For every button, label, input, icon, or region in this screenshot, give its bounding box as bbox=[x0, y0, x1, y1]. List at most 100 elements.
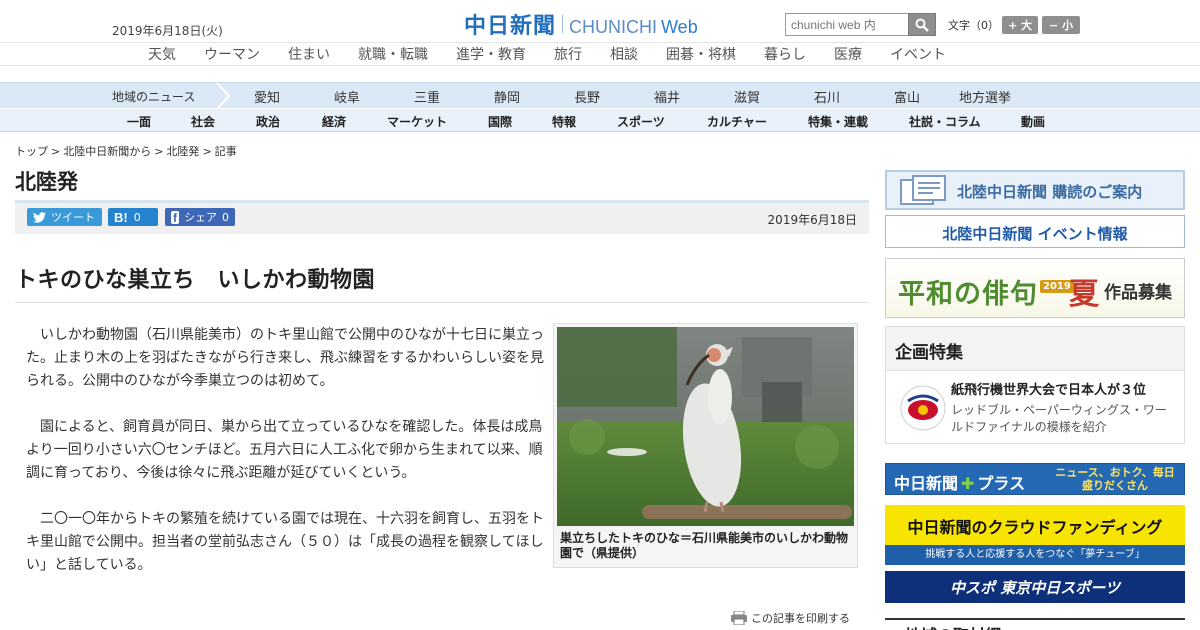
region-shiga[interactable]: 滋賀 bbox=[734, 87, 760, 106]
breadcrumb-hokuriku[interactable]: 北陸発 bbox=[166, 145, 199, 158]
current-date: 2019年6月18日(火) bbox=[112, 24, 223, 38]
life-nav-travel[interactable]: 旅行 bbox=[554, 44, 582, 64]
paper-wings-logo[interactable] bbox=[898, 383, 948, 433]
newspaper-icon bbox=[900, 175, 946, 205]
font-bigger-button[interactable]: + 大 bbox=[1002, 16, 1038, 34]
region-fukui[interactable]: 福井 bbox=[654, 87, 680, 106]
section-economy[interactable]: 経済 bbox=[322, 113, 346, 130]
life-nav-woman[interactable]: ウーマン bbox=[204, 44, 260, 64]
print-article-link[interactable]: この記事を印刷する bbox=[731, 610, 850, 626]
section-politics[interactable]: 政治 bbox=[256, 113, 280, 130]
share-bar: ツイート B! 0 f シェア 0 2019年6月18日 bbox=[15, 200, 869, 234]
logo-kanji: 中日新聞 bbox=[464, 14, 557, 39]
subscribe-banner[interactable]: 北陸中日新聞 購読のご案内 bbox=[885, 170, 1185, 210]
facebook-label: シェア bbox=[184, 211, 217, 224]
ibis-photo[interactable] bbox=[557, 327, 854, 526]
region-nav: 地域のニュース 愛知 岐阜 三重 静岡 長野 福井 滋賀 石川 富山 地方選挙 bbox=[0, 82, 1200, 109]
region-local-elections[interactable]: 地方選挙 bbox=[959, 87, 1011, 106]
article-photo-box: 巣立ちしたトキのひな＝石川県能美市のいしかわ動物園で（県提供） bbox=[553, 323, 858, 568]
article-date: 2019年6月18日 bbox=[767, 213, 857, 227]
section-video[interactable]: 動画 bbox=[1021, 113, 1045, 130]
logo-web: Web bbox=[661, 17, 698, 37]
section-society[interactable]: 社会 bbox=[191, 113, 215, 130]
haiku-title: 平和の俳句 bbox=[898, 279, 1038, 310]
local-reporters-text: 地域の取材網 bbox=[905, 622, 1001, 630]
section-nav: 一面 社会 政治 経済 マーケット 国際 特報 スポーツ カルチャー 特集・連載… bbox=[0, 108, 1200, 132]
search-box bbox=[785, 13, 936, 36]
ibis-photo-image bbox=[557, 327, 854, 526]
region-aichi[interactable]: 愛知 bbox=[254, 87, 280, 106]
font-size-label: 文字（0） bbox=[948, 19, 999, 32]
section-culture[interactable]: カルチャー bbox=[707, 113, 767, 130]
headline-divider bbox=[15, 302, 869, 303]
search-input[interactable] bbox=[785, 13, 908, 36]
search-icon bbox=[915, 18, 929, 32]
tweet-label: ツイート bbox=[51, 211, 95, 224]
event-info-text: 北陸中日新聞 イベント情報 bbox=[942, 225, 1128, 243]
life-nav-jobs[interactable]: 就職・転職 bbox=[358, 44, 428, 64]
life-nav-education[interactable]: 進学・教育 bbox=[456, 44, 526, 64]
facebook-share-button[interactable]: f シェア 0 bbox=[165, 208, 235, 226]
chevron-right-icon bbox=[216, 83, 231, 109]
breadcrumb-top[interactable]: トップ bbox=[15, 145, 48, 158]
plus-word: プラス bbox=[977, 474, 1026, 493]
tweet-button[interactable]: ツイート bbox=[27, 208, 102, 226]
feature-item-description: レッドブル・ペーパーウィングス・ワールドファイナルの模様を紹介 bbox=[951, 403, 1167, 434]
life-nav-housing[interactable]: 住まい bbox=[288, 44, 330, 64]
article-paragraph: 二〇一〇年からトキの繁殖を続けている園では現在、十六羽を飼育し、五羽をトキ里山館… bbox=[26, 511, 544, 573]
hatena-bookmark-button[interactable]: B! 0 bbox=[108, 208, 158, 226]
breadcrumb-current: 記事 bbox=[214, 145, 237, 158]
logo-divider bbox=[562, 15, 564, 33]
section-market[interactable]: マーケット bbox=[387, 113, 447, 130]
breadcrumb-hokuriku-chunichi[interactable]: 北陸中日新聞から bbox=[63, 145, 151, 158]
section-sports[interactable]: スポーツ bbox=[617, 113, 665, 130]
event-info-banner[interactable]: 北陸中日新聞 イベント情報 bbox=[885, 215, 1185, 248]
region-nagano[interactable]: 長野 bbox=[574, 87, 600, 106]
article-paragraph: 園によると、飼育員が同日、巣から出て立っているひなを確認した。体長は成鳥より一回… bbox=[26, 419, 543, 481]
region-toyama[interactable]: 富山 bbox=[894, 87, 920, 106]
haiku-recruit: 作品募集 bbox=[1104, 283, 1172, 303]
font-smaller-button[interactable]: − 小 bbox=[1042, 16, 1080, 34]
crowdfunding-title: 中日新聞のクラウドファンディング bbox=[907, 518, 1163, 537]
plus-cross-icon: ✚ bbox=[961, 474, 975, 493]
life-nav-medical[interactable]: 医療 bbox=[834, 44, 862, 64]
region-mie[interactable]: 三重 bbox=[414, 87, 440, 106]
facebook-count: 0 bbox=[222, 210, 229, 224]
feature-title: 企画特集 bbox=[895, 343, 963, 363]
life-nav-igo-shogi[interactable]: 囲碁・将棋 bbox=[666, 44, 736, 64]
chuspo-text: 中スポ 東京中日スポーツ bbox=[950, 579, 1120, 597]
life-nav-living[interactable]: 暮らし bbox=[764, 44, 806, 64]
plus-tagline: ニュース、おトク、毎日盛りだくさん bbox=[1055, 466, 1175, 492]
printer-icon bbox=[731, 611, 747, 625]
section-front-page[interactable]: 一面 bbox=[127, 113, 151, 130]
life-nav-events[interactable]: イベント bbox=[890, 44, 946, 64]
plus-brand-name: 中日新聞 bbox=[894, 474, 959, 493]
region-ishikawa[interactable]: 石川 bbox=[814, 87, 840, 106]
hatena-icon: B! bbox=[114, 209, 128, 225]
life-nav-weather[interactable]: 天気 bbox=[148, 44, 176, 64]
photo-caption: 巣立ちしたトキのひな＝石川県能美市のいしかわ動物園で（県提供） bbox=[560, 531, 849, 560]
section-special-report[interactable]: 特報 bbox=[552, 113, 576, 130]
lifestyle-nav: 天気 ウーマン 住まい 就職・転職 進学・教育 旅行 相談 囲碁・将棋 暮らし … bbox=[0, 42, 1200, 66]
region-shizuoka[interactable]: 静岡 bbox=[494, 87, 520, 106]
feature-item-title[interactable]: 紙飛行機世界大会で日本人が３位 bbox=[951, 379, 1146, 398]
feature-header: 企画特集 bbox=[886, 327, 1184, 371]
section-editorials[interactable]: 社説・コラム bbox=[909, 113, 981, 130]
article-headline: トキのひな巣立ち いしかわ動物園 bbox=[15, 268, 376, 293]
site-logo[interactable]: 中日新聞 CHUNICHI Web bbox=[464, 8, 698, 40]
twitter-icon bbox=[33, 211, 46, 223]
chunichi-plus-banner[interactable]: 中日新聞 ✚ プラス ニュース、おトク、毎日盛りだくさん bbox=[885, 463, 1185, 495]
crowdfunding-banner[interactable]: 中日新聞のクラウドファンディング 挑戦する人と応援する人をつなぐ「夢チューブ」 bbox=[885, 505, 1185, 565]
crowdfunding-subtitle: 挑戦する人と応援する人をつなぐ「夢チューブ」 bbox=[885, 545, 1185, 565]
section-features[interactable]: 特集・連載 bbox=[808, 113, 868, 130]
search-button[interactable] bbox=[908, 13, 936, 36]
peace-haiku-banner[interactable]: 平和の俳句 2019 夏 作品募集 bbox=[885, 258, 1185, 318]
chuspo-banner[interactable]: 中スポ 東京中日スポーツ bbox=[885, 571, 1185, 603]
life-nav-advice[interactable]: 相談 bbox=[610, 44, 638, 64]
subscribe-text: 北陸中日新聞 購読のご案内 bbox=[957, 183, 1143, 201]
region-gifu[interactable]: 岐阜 bbox=[334, 87, 360, 106]
section-international[interactable]: 国際 bbox=[488, 113, 512, 130]
article-body: いしかわ動物園（石川県能美市）のトキ里山館で公開中のひなが十七日に巣立った。止ま… bbox=[26, 324, 546, 600]
plus-brand: 中日新聞 ✚ プラス bbox=[894, 470, 1025, 494]
local-reporters-heading: 地域の取材網 bbox=[885, 618, 1185, 630]
